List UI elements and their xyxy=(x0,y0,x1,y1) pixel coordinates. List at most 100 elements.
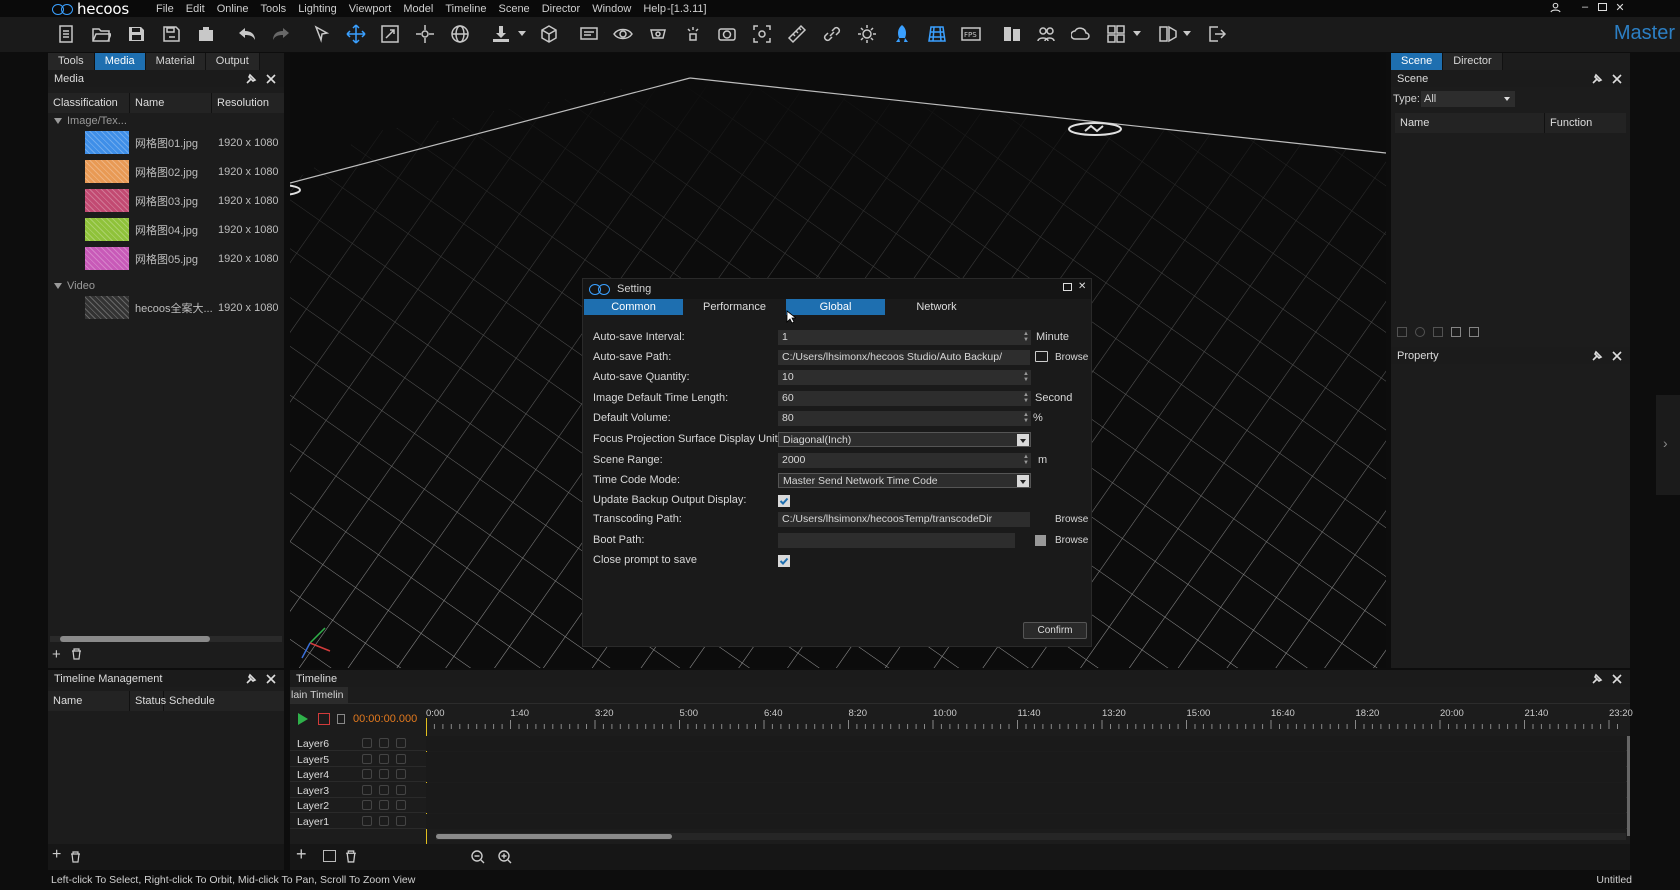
media-item[interactable]: 网格图02.jpg 1920 x 1080 xyxy=(48,158,284,185)
scrollbar-thumb[interactable] xyxy=(436,834,672,839)
col-name[interactable]: Name xyxy=(1395,113,1545,133)
menu-file[interactable]: File xyxy=(150,2,180,16)
layer-track[interactable] xyxy=(426,798,1626,813)
split-view-icon[interactable] xyxy=(1156,23,1180,45)
minimize-button[interactable]: – xyxy=(1577,0,1593,14)
menu-timeline[interactable]: Timeline xyxy=(439,2,492,16)
close-icon[interactable] xyxy=(264,72,278,85)
expand-triangle-icon[interactable] xyxy=(54,118,62,124)
expand-triangle-icon[interactable] xyxy=(54,283,62,289)
chevron-down-icon[interactable] xyxy=(518,31,526,36)
spinner-icon[interactable]: ▲ ▼ xyxy=(1022,454,1030,467)
cube-icon[interactable] xyxy=(537,23,561,45)
menu-director[interactable]: Director xyxy=(536,2,587,16)
setting-input[interactable]: Diagonal(Inch) xyxy=(778,432,1031,447)
media-item[interactable]: 网格图04.jpg 1920 x 1080 xyxy=(48,216,284,243)
col-status[interactable]: Status xyxy=(130,691,166,711)
chevron-down-icon[interactable] xyxy=(1017,475,1029,487)
tab-global[interactable]: Global xyxy=(786,299,885,315)
folder-icon[interactable] xyxy=(1035,351,1048,362)
tab-director[interactable]: Director xyxy=(1443,53,1503,70)
maximize-icon[interactable] xyxy=(1063,283,1072,291)
lock-icon[interactable] xyxy=(396,738,406,748)
tab-material[interactable]: Material xyxy=(145,53,206,70)
menu-lighting[interactable]: Lighting xyxy=(292,2,343,16)
lock-icon[interactable] xyxy=(396,815,406,826)
sun-icon[interactable] xyxy=(855,23,879,45)
setting-input[interactable]: 2000 ▲ ▼ xyxy=(778,453,1031,468)
camera-icon[interactable] xyxy=(715,23,739,45)
tab-tools[interactable]: Tools xyxy=(48,53,95,70)
chevron-down-icon[interactable] xyxy=(1133,31,1141,36)
visibility-icon[interactable] xyxy=(379,815,389,826)
setting-input[interactable]: 1 ▲ ▼ xyxy=(778,330,1031,345)
layer-track[interactable] xyxy=(426,782,1626,798)
col-function[interactable]: Function xyxy=(1545,113,1625,133)
col-name[interactable]: Name xyxy=(130,93,212,113)
lock-icon[interactable] xyxy=(396,784,406,795)
pin-icon[interactable] xyxy=(244,672,258,685)
select-arrow-icon[interactable] xyxy=(310,23,334,45)
group-icon[interactable] xyxy=(1451,327,1461,337)
media-group[interactable]: Image/Tex... xyxy=(54,115,127,127)
play-icon[interactable] xyxy=(298,713,308,725)
setting-input[interactable]: C:/Users/lhsimonx/hecoos Studio/Auto Bac… xyxy=(778,350,1030,365)
vertical-scrollbar[interactable] xyxy=(1627,736,1630,836)
visibility-icon[interactable] xyxy=(379,784,389,795)
import-icon[interactable] xyxy=(489,23,513,45)
spinner-icon[interactable]: ▲ ▼ xyxy=(1022,392,1030,405)
lock-icon[interactable] xyxy=(1397,327,1407,337)
mute-icon[interactable] xyxy=(362,769,372,779)
grid-icon[interactable] xyxy=(925,23,949,45)
setting-input[interactable]: C:/Users/lhsimonx/hecoosTemp/transcodeDi… xyxy=(778,512,1030,527)
folder-icon[interactable] xyxy=(1035,535,1046,546)
media-item[interactable]: 网格图03.jpg 1920 x 1080 xyxy=(48,187,284,214)
col-resolution[interactable]: Resolution xyxy=(212,93,284,113)
menu-model[interactable]: Model xyxy=(397,2,439,16)
move-icon[interactable] xyxy=(344,23,368,45)
timeline-layer[interactable]: Layer6 xyxy=(290,736,1627,751)
trash-icon[interactable] xyxy=(345,850,357,866)
light-icon[interactable] xyxy=(681,23,705,45)
open-folder-icon[interactable] xyxy=(89,23,113,45)
chevron-down-icon[interactable] xyxy=(1183,31,1191,36)
pin-icon[interactable] xyxy=(1590,72,1604,85)
setting-input[interactable]: 80 ▲ ▼ xyxy=(778,411,1031,426)
setting-input[interactable]: 60 ▲ ▼ xyxy=(778,391,1031,406)
visibility-icon[interactable] xyxy=(379,738,389,748)
spinner-icon[interactable]: ▲ ▼ xyxy=(1022,371,1030,384)
rocket-icon[interactable] xyxy=(890,23,914,45)
layer-track[interactable] xyxy=(426,751,1626,767)
tab-main-timeline[interactable]: lain Timelin xyxy=(290,687,348,703)
ruler-icon[interactable] xyxy=(785,23,809,45)
close-icon[interactable] xyxy=(1610,72,1624,85)
side-expand-handle[interactable]: › xyxy=(1656,395,1680,495)
add-icon[interactable]: + xyxy=(52,646,61,663)
layer-track[interactable] xyxy=(426,767,1626,782)
tab-scene[interactable]: Scene xyxy=(1391,53,1444,70)
spinner-icon[interactable]: ▲ ▼ xyxy=(1022,331,1030,344)
fps-icon[interactable]: FPS xyxy=(959,23,983,45)
add-icon[interactable]: + xyxy=(52,846,61,864)
spinner-icon[interactable]: ▲ ▼ xyxy=(1022,412,1030,425)
col-classification[interactable]: Classification xyxy=(48,93,130,113)
eye-icon[interactable] xyxy=(611,23,635,45)
media-group[interactable]: Video xyxy=(54,280,95,292)
zoom-in-icon[interactable] xyxy=(498,850,512,867)
lock-icon[interactable] xyxy=(337,714,345,724)
mute-icon[interactable] xyxy=(362,815,372,826)
menu-edit[interactable]: Edit xyxy=(180,2,211,16)
menu-scene[interactable]: Scene xyxy=(492,2,535,16)
visibility-icon[interactable] xyxy=(379,769,389,779)
rotate-icon[interactable] xyxy=(413,23,437,45)
setting-input[interactable]: Master Send Network Time Code xyxy=(778,473,1031,488)
weather-icon[interactable] xyxy=(1069,23,1093,45)
add-layer-icon[interactable]: + xyxy=(296,844,307,865)
tab-common[interactable]: Common xyxy=(584,299,683,315)
trash-icon[interactable] xyxy=(70,851,81,866)
type-select[interactable]: All xyxy=(1421,91,1515,107)
scrollbar-thumb[interactable] xyxy=(60,636,210,642)
pin-icon[interactable] xyxy=(244,72,258,85)
media-item[interactable]: 网格图05.jpg 1920 x 1080 xyxy=(48,245,284,272)
lock-icon[interactable] xyxy=(396,769,406,779)
